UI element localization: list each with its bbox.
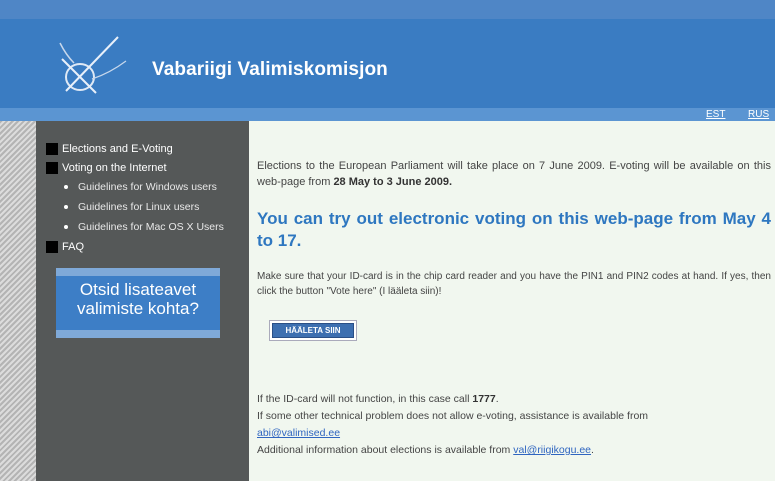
square-bullet-icon [46,162,58,174]
tech-email-line: abi@valimised.ee [257,425,771,442]
promo-strip [56,330,220,338]
promo-line1: Otsid lisateavet [79,280,197,299]
election-logo-icon [59,36,127,94]
lang-est-link[interactable]: EST [706,108,725,121]
square-bullet-icon [46,241,58,253]
decorative-stripe [0,121,36,481]
nav-guidelines-linux[interactable]: Guidelines for Linux users [64,201,199,213]
top-bar [0,0,775,19]
intro-dates: 28 May to 3 June 2009. [333,176,453,188]
idcard-number: 1777 [472,393,496,405]
promo-banner[interactable]: Otsid lisateavet valimiste kohta? [56,268,220,338]
info-text: Additional information about elections i… [257,444,511,456]
intro-paragraph: Elections to the European Parliament wil… [257,158,771,190]
square-bullet-icon [46,143,58,155]
nav-voting-internet[interactable]: Voting on the Internet [46,162,167,174]
promo-line2: valimiste kohta? [77,299,199,318]
sidebar: Elections and E-Voting Voting on the Int… [36,121,249,481]
promo-strip [56,268,220,276]
lang-rus-link[interactable]: RUS [748,108,769,121]
nav-label: Guidelines for Linux users [78,201,200,213]
nav-faq[interactable]: FAQ [46,241,84,253]
vote-here-button[interactable]: HÄÄLETA SIIN [269,320,357,341]
vote-button-label: HÄÄLETA SIIN [272,323,354,338]
language-bar [0,108,775,121]
nav-label: Voting on the Internet [62,162,167,174]
info-end: . [591,444,594,456]
nav-elections-evoting[interactable]: Elections and E-Voting [46,143,173,155]
nav-guidelines-mac[interactable]: Guidelines for Mac OS X Users [64,221,224,233]
info-line: Additional information about elections i… [257,442,771,459]
nav-label: FAQ [62,241,85,253]
site-header: Vabariigi Valimiskomisjon [0,19,775,108]
headline: You can try out electronic voting on thi… [257,209,771,250]
nav-label: Guidelines for Windows users [78,181,217,193]
nav-label: Guidelines for Mac OS X Users [78,221,224,233]
site-title: Vabariigi Valimiskomisjon [152,59,388,80]
bullet-icon [64,185,68,189]
info-email-link[interactable]: val@riigikogu.ee [513,444,591,456]
idcard-line: If the ID-card will not function, in thi… [257,393,499,405]
instructions-paragraph: Make sure that your ID-card is in the ch… [257,271,771,297]
promo-text: Otsid lisateavet valimiste kohta? [56,280,220,318]
bullet-icon [64,205,68,209]
idcard-text: If the ID-card will not function, in thi… [257,393,470,405]
tech-line: If some other technical problem does not… [257,408,771,425]
tech-text: If some other technical problem does not… [257,410,649,422]
tech-email-link[interactable]: abi@valimised.ee [257,427,340,439]
main-content: Elections to the European Parliament wil… [249,121,775,481]
nav-label: Elections and E-Voting [62,143,173,155]
nav-guidelines-windows[interactable]: Guidelines for Windows users [64,181,217,193]
bullet-icon [64,225,68,229]
support-paragraph: If the ID-card will not function, in thi… [257,391,771,459]
